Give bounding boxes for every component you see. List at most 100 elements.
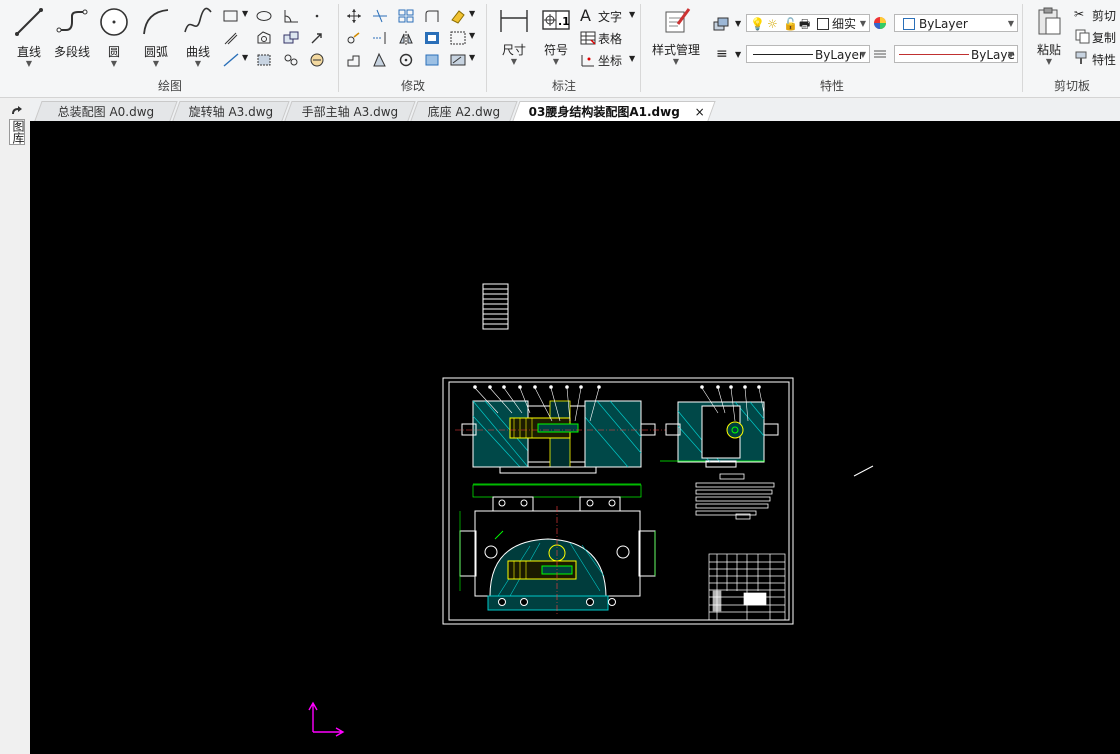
chevron-down-icon: ▼ [1007, 50, 1014, 59]
side-section-view [660, 401, 779, 468]
svg-text:.1: .1 [558, 15, 570, 28]
layer-combo[interactable]: 💡 ☼ 🔓 🖶 细实 ▼ [746, 14, 870, 32]
arc-button[interactable]: 圆弧 ▼ [138, 6, 174, 68]
offset-icon[interactable] [423, 30, 441, 46]
edit-icon[interactable] [449, 52, 467, 68]
chevron-down-icon: ▼ [25, 59, 33, 68]
match-properties-button[interactable]: 特性 [1092, 51, 1116, 68]
explode-icon[interactable] [423, 52, 441, 68]
fillet-icon[interactable] [423, 8, 441, 24]
rectangle-icon[interactable] [222, 8, 240, 24]
layer-properties-icon[interactable] [712, 16, 730, 32]
ribbon: 直线 ▼ 多段线 圆 ▼ 圆弧 ▼ 曲线 ▼ ▼ ▼ 绘图 ▼ ▼ ▼ 修改 尺… [0, 0, 1120, 98]
scale-icon[interactable] [371, 52, 389, 68]
modify-group: ▼ ▼ ▼ 修改 [340, 0, 486, 97]
trim-icon[interactable] [371, 8, 389, 24]
mirror-icon[interactable] [397, 30, 415, 46]
cut-button[interactable]: 剪切 [1092, 7, 1116, 24]
chevron-down-icon[interactable]: ▼ [469, 53, 475, 62]
chevron-down-icon[interactable]: ▼ [469, 9, 475, 18]
wipeout-icon[interactable] [308, 52, 326, 68]
eraser-icon[interactable] [449, 8, 467, 24]
ellipse-icon[interactable] [255, 8, 273, 24]
table-icon[interactable] [579, 30, 597, 46]
color-combo[interactable]: ByLayer ▼ [894, 14, 1018, 32]
select-box-icon[interactable] [449, 30, 467, 46]
document-tab[interactable]: 手部主轴 A3.dwg [284, 101, 416, 121]
tab-label: 总装配图 A0.dwg [57, 105, 154, 119]
copy-icon[interactable] [1074, 28, 1092, 44]
scissors-icon[interactable]: ✂ [1074, 7, 1084, 21]
color-swatch [903, 18, 915, 30]
chevron-down-icon[interactable]: ▼ [469, 31, 475, 40]
drawing-canvas[interactable] [30, 121, 1120, 754]
polyline-button[interactable]: 多段线 [52, 6, 92, 60]
printer-icon: 🖶 [799, 17, 811, 31]
move-icon[interactable] [345, 8, 363, 24]
lineweight-icon[interactable] [871, 46, 889, 62]
chevron-down-icon: ▼ [110, 59, 118, 68]
layer-color-swatch [817, 18, 829, 30]
document-tab-active[interactable]: 03腰身结构装配图A1.dwg × [512, 101, 716, 122]
circle-button[interactable]: 圆 ▼ [97, 6, 131, 68]
pattern-icon[interactable] [282, 52, 300, 68]
close-icon[interactable]: × [695, 102, 705, 122]
document-tab[interactable]: 总装配图 A0.dwg [34, 101, 178, 121]
chevron-down-icon[interactable]: ▼ [735, 50, 741, 59]
dimension-button[interactable]: 尺寸 ▼ [496, 6, 532, 66]
construction-line-icon[interactable] [222, 52, 240, 68]
copy-button[interactable]: 复制 [1092, 29, 1116, 46]
region-icon[interactable] [255, 30, 273, 46]
chevron-down-icon: ▼ [194, 59, 202, 68]
stretch-icon[interactable] [345, 52, 363, 68]
tab-label: 底座 A2.dwg [427, 105, 500, 119]
extend-icon[interactable] [371, 30, 389, 46]
symbol-button[interactable]: .1 符号 ▼ [538, 6, 574, 66]
point-icon[interactable] [308, 8, 326, 24]
copy-object-icon[interactable] [345, 30, 363, 46]
chevron-down-icon[interactable]: ▼ [735, 19, 741, 28]
stray-line [853, 465, 874, 477]
tab-label: 手部主轴 A3.dwg [301, 105, 398, 119]
properties-group-label: 特性 [819, 79, 844, 93]
line-icon [15, 8, 43, 36]
color-wheel-icon[interactable] [871, 15, 889, 31]
layer-name: 细实 [832, 17, 857, 31]
arc-label: 圆弧 [143, 45, 168, 59]
draw-group-label: 绘图 [157, 79, 182, 93]
coordinate-icon[interactable] [579, 52, 597, 68]
spline-icon [184, 7, 212, 33]
block-icon[interactable] [282, 30, 300, 46]
table-button[interactable]: 表格 [598, 30, 622, 47]
linetype-sample [753, 54, 813, 55]
boundary-icon[interactable] [255, 52, 273, 68]
array-icon[interactable] [397, 8, 415, 24]
plan-view [459, 483, 656, 616]
arrow-icon[interactable] [308, 30, 326, 46]
rotate-icon[interactable] [397, 52, 415, 68]
linetype-combo[interactable]: ByLayer ▼ [746, 45, 870, 63]
library-tab[interactable]: 图库 [9, 119, 25, 145]
chevron-down-icon[interactable]: ▼ [242, 53, 248, 62]
coordinate-button[interactable]: 坐标 [598, 52, 622, 69]
match-properties-icon[interactable] [1074, 50, 1092, 66]
document-tab[interactable]: 底座 A2.dwg [410, 101, 518, 121]
paste-icon [1038, 7, 1061, 35]
chevron-down-icon: ▼ [152, 59, 160, 68]
chevron-down-icon[interactable]: ▼ [242, 9, 248, 18]
lineweight-combo[interactable]: ByLaye ▼ [894, 45, 1018, 63]
text-button[interactable]: 文字 [598, 8, 622, 25]
line-button[interactable]: 直线 ▼ [10, 6, 48, 68]
lineweight-list-icon[interactable]: ≡ [716, 46, 728, 62]
panel-pin-icon[interactable] [9, 105, 25, 117]
style-manager-button[interactable]: 样式管理 ▼ [648, 6, 704, 66]
chevron-down-icon[interactable]: ▼ [629, 10, 635, 19]
chevron-down-icon[interactable]: ▼ [629, 54, 635, 63]
chevron-down-icon: ▼ [552, 57, 560, 66]
curve-button[interactable]: 曲线 ▼ [180, 6, 216, 68]
paste-button[interactable]: 粘贴 ▼ [1032, 6, 1066, 66]
hatch-icon[interactable] [222, 30, 240, 46]
document-tab[interactable]: 旋转轴 A3.dwg [172, 101, 290, 121]
text-icon[interactable]: A [580, 6, 591, 25]
angle-icon[interactable] [282, 8, 300, 24]
